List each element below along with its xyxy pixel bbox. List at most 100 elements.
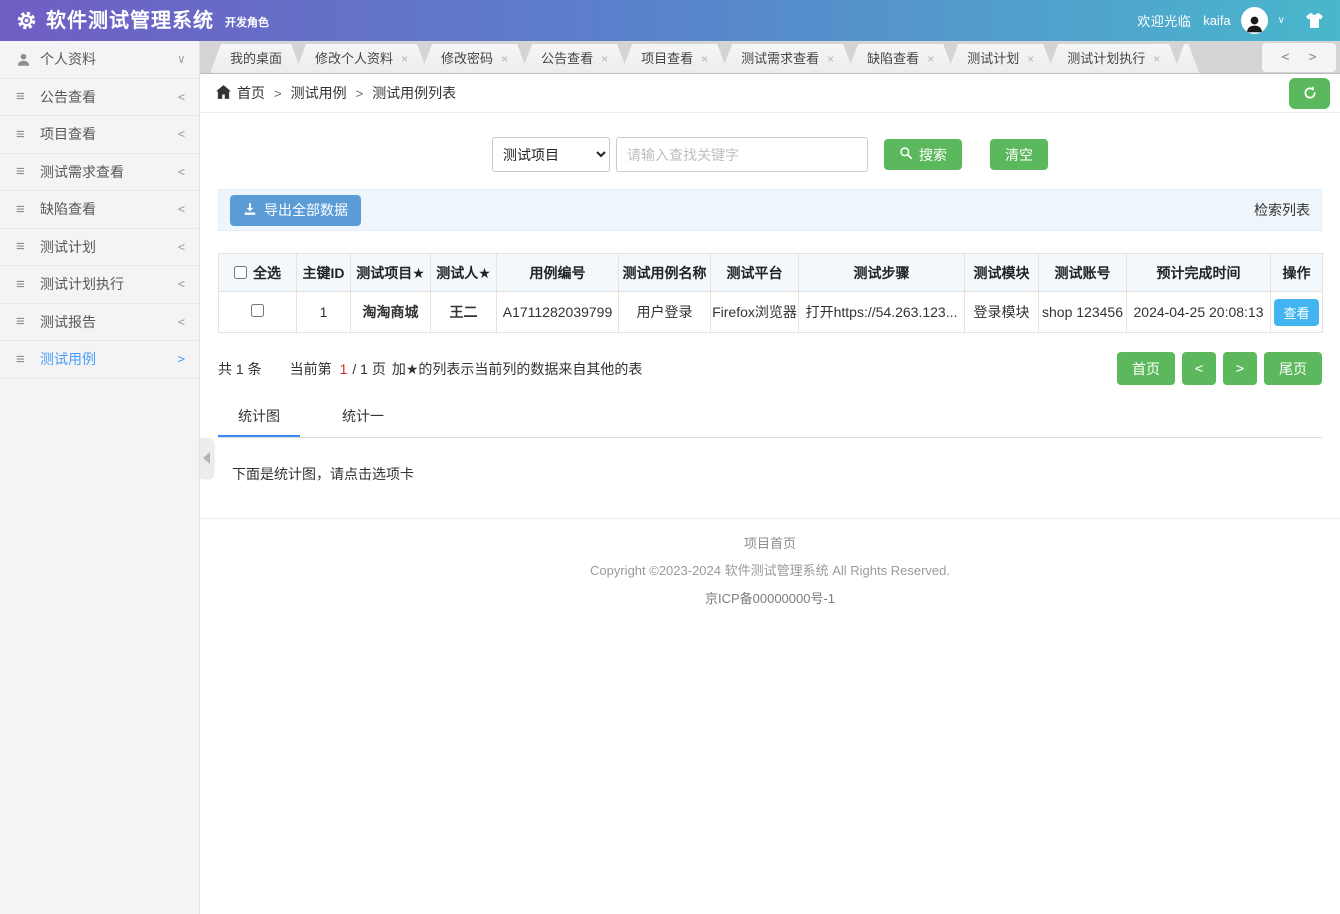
chevron-left-icon: < [177,202,185,217]
role-badge: 开发角色 [225,17,269,29]
filter-select[interactable]: 测试项目 [492,137,610,172]
search-button[interactable]: 搜索 [884,139,962,170]
clear-button[interactable]: 清空 [990,139,1048,170]
username: kaifa [1203,13,1231,28]
first-page-button[interactable]: 首页 [1117,352,1175,385]
sidebar-item-test-cases[interactable]: ≡ 测试用例 > [0,341,199,379]
view-button[interactable]: 查看 [1274,298,1319,326]
tab-partial[interactable] [1173,44,1199,73]
sidebar-item-label: 测试需求查看 [40,163,124,180]
menu-lines-icon: ≡ [16,275,25,293]
close-icon[interactable]: × [1027,53,1034,65]
sidebar-item-defects[interactable]: ≡ 缺陷查看 < [0,191,199,229]
sidebar-item-test-reports[interactable]: ≡ 测试报告 < [0,304,199,341]
cell-tester: 王二 [430,291,497,333]
menu-lines-icon: ≡ [16,313,25,331]
breadcrumb-test-cases[interactable]: 测试用例 [291,83,347,103]
col-case-no: 用例编号 [496,253,619,292]
sidebar-item-test-requirements[interactable]: ≡ 测试需求查看 < [0,154,199,191]
col-due: 预计完成时间 [1126,253,1271,292]
tab-stats-one[interactable]: 统计一 [322,397,404,437]
close-icon[interactable]: × [601,53,608,65]
col-module: 测试模块 [964,253,1039,292]
sidebar-item-announcements[interactable]: ≡ 公告查看 < [0,79,199,116]
user-icon [16,52,40,67]
last-page-button[interactable]: 尾页 [1264,352,1322,385]
page-total: / 1 页 [352,360,386,377]
close-icon[interactable]: × [701,53,708,65]
menu-lines-icon: ≡ [16,350,25,368]
menu-lines-icon: ≡ [16,238,25,256]
menu-lines-icon: ≡ [16,125,25,143]
tab-scroll-controls: < > [1262,43,1336,72]
table-row: 1 淘淘商城 王二 A1711282039799 用户登录 Firefox浏览器… [218,291,1323,333]
chevron-left-icon: < [177,89,185,104]
tab-change-password[interactable]: 修改密码 × [421,44,528,73]
refresh-button[interactable] [1289,77,1330,109]
theme-tshirt-icon[interactable] [1305,12,1324,29]
total-count: 共 1 条 [218,360,262,377]
close-icon[interactable]: × [501,53,508,65]
chevron-left-icon: < [177,277,185,292]
row-checkbox[interactable] [251,304,264,317]
export-all-button[interactable]: 导出全部数据 [230,194,361,226]
prev-page-button[interactable]: < [1182,352,1216,385]
sidebar-item-test-plans[interactable]: ≡ 测试计划 < [0,229,199,266]
sidebar-item-test-plan-execution[interactable]: ≡ 测试计划执行 < [0,266,199,304]
sidebar-item-label: 个人资料 [40,51,96,68]
chevron-right-icon: > [177,352,185,367]
tab-announcements[interactable]: 公告查看 × [521,44,628,73]
menu-lines-icon: ≡ [16,88,25,106]
cell-id: 1 [296,291,351,333]
scroll-right-icon[interactable]: > [1309,50,1317,65]
tab-my-desktop[interactable]: 我的桌面 [210,44,302,73]
close-icon[interactable]: × [927,53,934,65]
menu-lines-icon: ≡ [16,163,25,181]
breadcrumb-home[interactable]: 首页 [216,83,265,103]
tab-projects[interactable]: 项目查看 × [621,44,728,73]
sidebar: 个人资料 ∨ ≡ 公告查看 < ≡ 项目查看 < ≡ 测试需求查看 < ≡ 缺陷… [0,41,200,914]
triangle-left-icon [203,452,210,464]
tab-test-requirements[interactable]: 测试需求查看 × [721,44,854,73]
sidebar-item-projects[interactable]: ≡ 项目查看 < [0,116,199,154]
sidebar-collapse-handle[interactable] [200,438,213,478]
sidebar-item-label: 测试报告 [40,313,96,330]
chevron-left-icon: < [177,127,185,142]
avatar[interactable] [1240,7,1268,34]
col-case-name: 测试用例名称 [618,253,711,292]
app-logo: 软件测试管理系统 开发角色 [16,10,269,31]
col-select-all: 全选 [218,253,297,292]
close-icon[interactable]: × [1153,53,1160,65]
select-all-checkbox[interactable] [234,266,247,279]
cell-module: 登录模块 [964,291,1039,333]
close-icon[interactable]: × [401,53,408,65]
sidebar-item-profile[interactable]: 个人资料 ∨ [0,41,199,79]
chevron-left-icon: < [177,164,185,179]
col-id: 主键ID [296,253,351,292]
tab-edit-profile[interactable]: 修改个人资料 × [295,44,428,73]
sidebar-item-label: 测试计划 [40,238,96,255]
main-content: 我的桌面 修改个人资料 × 修改密码 × 公告查看 × 项目查看 × 测试需求查… [200,41,1340,914]
download-icon [243,202,257,219]
top-header: 软件测试管理系统 开发角色 欢迎光临 kaifa ∨ [0,0,1340,41]
tab-test-plan-execution[interactable]: 测试计划执行 × [1047,44,1180,73]
sidebar-item-label: 缺陷查看 [40,201,96,218]
search-input[interactable] [616,137,868,172]
search-bar: 测试项目 搜索 清空 [200,137,1340,172]
next-page-button[interactable]: > [1223,352,1257,385]
tab-defects[interactable]: 缺陷查看 × [847,44,954,73]
close-icon[interactable]: × [827,53,834,65]
tab-bar: 我的桌面 修改个人资料 × 修改密码 × 公告查看 × 项目查看 × 测试需求查… [200,41,1340,74]
list-title: 检索列表 [1254,202,1310,218]
tab-test-plans[interactable]: 测试计划 × [947,44,1054,73]
cell-due: 2024-04-25 20:08:13 [1126,291,1271,333]
test-case-table: 全选 主键ID 测试项目★ 测试人★ 用例编号 测试用例名称 测试平台 测试步骤… [218,253,1323,333]
breadcrumb-separator: > [274,85,282,101]
tab-stats-chart[interactable]: 统计图 [218,397,300,437]
chevron-left-icon: < [177,239,185,254]
scroll-left-icon[interactable]: < [1281,50,1289,65]
user-menu-chevron-icon[interactable]: ∨ [1278,15,1285,26]
welcome-text: 欢迎光临 [1137,14,1192,29]
breadcrumb-separator: > [355,85,364,101]
footer-home-link[interactable]: 项目首页 [200,533,1340,552]
